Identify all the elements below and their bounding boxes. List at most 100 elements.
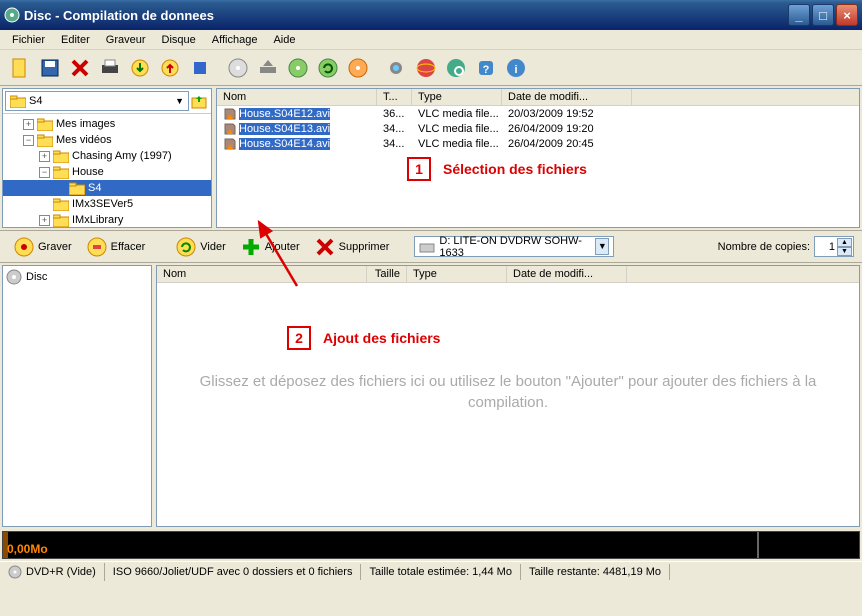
drive-icon: [419, 240, 435, 254]
drive-select[interactable]: D: LITE-ON DVDRW SOHW-1633 ▼: [414, 236, 614, 257]
supprimer-button[interactable]: Supprimer: [309, 234, 395, 260]
search-globe-icon[interactable]: [442, 54, 470, 82]
disc-icon: [6, 269, 22, 285]
toolbar: ? i: [0, 50, 862, 86]
expand-toggle[interactable]: −: [23, 135, 34, 146]
new-icon[interactable]: [6, 54, 34, 82]
graver-button[interactable]: Graver: [8, 234, 77, 260]
video-file-icon: [223, 122, 237, 136]
disc-orange-icon[interactable]: [344, 54, 372, 82]
expand-toggle[interactable]: +: [39, 215, 50, 226]
tree-item-label: Chasing Amy (1997): [72, 150, 172, 162]
drop-placeholder: Glissez et déposez des fichiers ici ou u…: [177, 371, 839, 413]
effacer-button[interactable]: Effacer: [81, 234, 151, 260]
refresh-disc-icon[interactable]: [314, 54, 342, 82]
status-total: Taille totale estimée: 1,44 Mo: [361, 564, 520, 580]
col-nom[interactable]: Nom: [217, 89, 377, 105]
tree-item[interactable]: IMx3SEVer5: [3, 196, 211, 212]
browser-area: S4 ▼ +Mes images − Mes vidéos + Chasing Amy …: [0, 86, 862, 231]
file-name: House.S04E14.avi: [239, 138, 330, 150]
burn-icon: [13, 236, 35, 258]
tree-item[interactable]: +Mes images: [3, 116, 211, 132]
disc-tree-panel[interactable]: Disc: [2, 265, 152, 527]
maximize-button[interactable]: □: [812, 4, 834, 26]
spin-up[interactable]: ▲: [837, 238, 852, 247]
menubar: Fichier Editer Graveur Disque Affichage …: [0, 30, 862, 50]
menu-aide[interactable]: Aide: [265, 32, 303, 48]
titlebar: Disc - Compilation de donnees _ □ ×: [0, 0, 862, 30]
import-icon[interactable]: [126, 54, 154, 82]
menu-fichier[interactable]: Fichier: [4, 32, 53, 48]
tree-item-label: IMxLibrary: [72, 214, 123, 226]
path-combobox[interactable]: S4 ▼: [5, 91, 189, 111]
file-name: House.S04E13.avi: [239, 123, 330, 135]
statusbar: DVD+R (Vide) ISO 9660/Joliet/UDF avec 0 …: [0, 561, 862, 581]
disc-root[interactable]: Disc: [6, 269, 148, 285]
menu-graveur[interactable]: Graveur: [98, 32, 154, 48]
globe-icon[interactable]: [412, 54, 440, 82]
disc-green-icon[interactable]: [284, 54, 312, 82]
compilation-list-panel[interactable]: Nom Taille Type Date de modifi... 2 Ajou…: [156, 265, 860, 527]
print-icon[interactable]: [96, 54, 124, 82]
ccol-taille[interactable]: Taille: [367, 266, 407, 282]
copies-spinner[interactable]: ▲▼: [814, 236, 854, 257]
menu-affichage[interactable]: Affichage: [204, 32, 266, 48]
copies-input[interactable]: [815, 241, 837, 253]
file-size: 34...: [377, 123, 412, 135]
x-icon: [314, 236, 336, 258]
col-date[interactable]: Date de modifi...: [502, 89, 632, 105]
up-folder-icon[interactable]: [189, 91, 209, 111]
app-icon: [4, 7, 20, 23]
folder-tree-panel: S4 ▼ +Mes images − Mes vidéos + Chasing Amy …: [2, 88, 212, 228]
file-row[interactable]: House.S04E13.avi34...VLC media file...26…: [217, 121, 859, 136]
svg-text:?: ?: [483, 64, 490, 76]
tree-item-label: Mes vidéos: [56, 134, 112, 146]
spin-down[interactable]: ▼: [837, 247, 852, 256]
ccol-type[interactable]: Type: [407, 266, 507, 282]
help-icon[interactable]: ?: [472, 54, 500, 82]
export-icon[interactable]: [156, 54, 184, 82]
col-taille[interactable]: T...: [377, 89, 412, 105]
vider-button[interactable]: Vider: [170, 234, 230, 260]
minimize-button[interactable]: _: [788, 4, 810, 26]
copies-label: Nombre de copies:: [718, 241, 810, 253]
menu-disque[interactable]: Disque: [154, 32, 204, 48]
callout-2-text: Ajout des fichiers: [323, 330, 440, 346]
callout-2-num: 2: [287, 326, 311, 350]
status-fs: ISO 9660/Joliet/UDF avec 0 dossiers et 0…: [105, 564, 362, 580]
file-date: 26/04/2009 20:45: [502, 138, 632, 150]
callout-2: 2 Ajout des fichiers: [287, 326, 440, 350]
chevron-down-icon: ▼: [595, 238, 609, 255]
expand-toggle[interactable]: +: [39, 151, 50, 162]
ccol-date[interactable]: Date de modifi...: [507, 266, 627, 282]
disc-icon[interactable]: [224, 54, 252, 82]
tree-item[interactable]: − Mes vidéos: [3, 132, 211, 148]
eject-icon[interactable]: [254, 54, 282, 82]
delete-icon[interactable]: [66, 54, 94, 82]
close-button[interactable]: ×: [836, 4, 858, 26]
stop-icon[interactable]: [186, 54, 214, 82]
tree-item[interactable]: + Chasing Amy (1997): [3, 148, 211, 164]
info-icon[interactable]: i: [502, 54, 530, 82]
expand-toggle[interactable]: +: [23, 119, 34, 130]
callout-1-num: 1: [407, 157, 431, 181]
save-icon[interactable]: [36, 54, 64, 82]
drive-label: D: LITE-ON DVDRW SOHW-1633: [439, 235, 595, 259]
col-type[interactable]: Type: [412, 89, 502, 105]
tree-item[interactable]: + IMxLibrary: [3, 212, 211, 227]
gear-icon[interactable]: [382, 54, 410, 82]
path-label: S4: [29, 95, 42, 107]
folder-icon: [53, 150, 69, 163]
menu-editer[interactable]: Editer: [53, 32, 98, 48]
tree-item[interactable]: S4: [3, 180, 211, 196]
file-row[interactable]: House.S04E14.avi34...VLC media file...26…: [217, 136, 859, 151]
file-row[interactable]: House.S04E12.avi36...VLC media file...20…: [217, 106, 859, 121]
svg-text:i: i: [514, 64, 517, 76]
expand-toggle[interactable]: −: [39, 167, 50, 178]
window-title: Disc - Compilation de donnees: [24, 8, 788, 23]
callout-1: 1 Sélection des fichiers: [407, 157, 587, 181]
folder-tree[interactable]: +Mes images − Mes vidéos + Chasing Amy (1997…: [3, 114, 211, 227]
tree-item[interactable]: −House: [3, 164, 211, 180]
file-list[interactable]: House.S04E12.avi36...VLC media file...20…: [217, 106, 859, 151]
folder-icon: [37, 118, 53, 131]
